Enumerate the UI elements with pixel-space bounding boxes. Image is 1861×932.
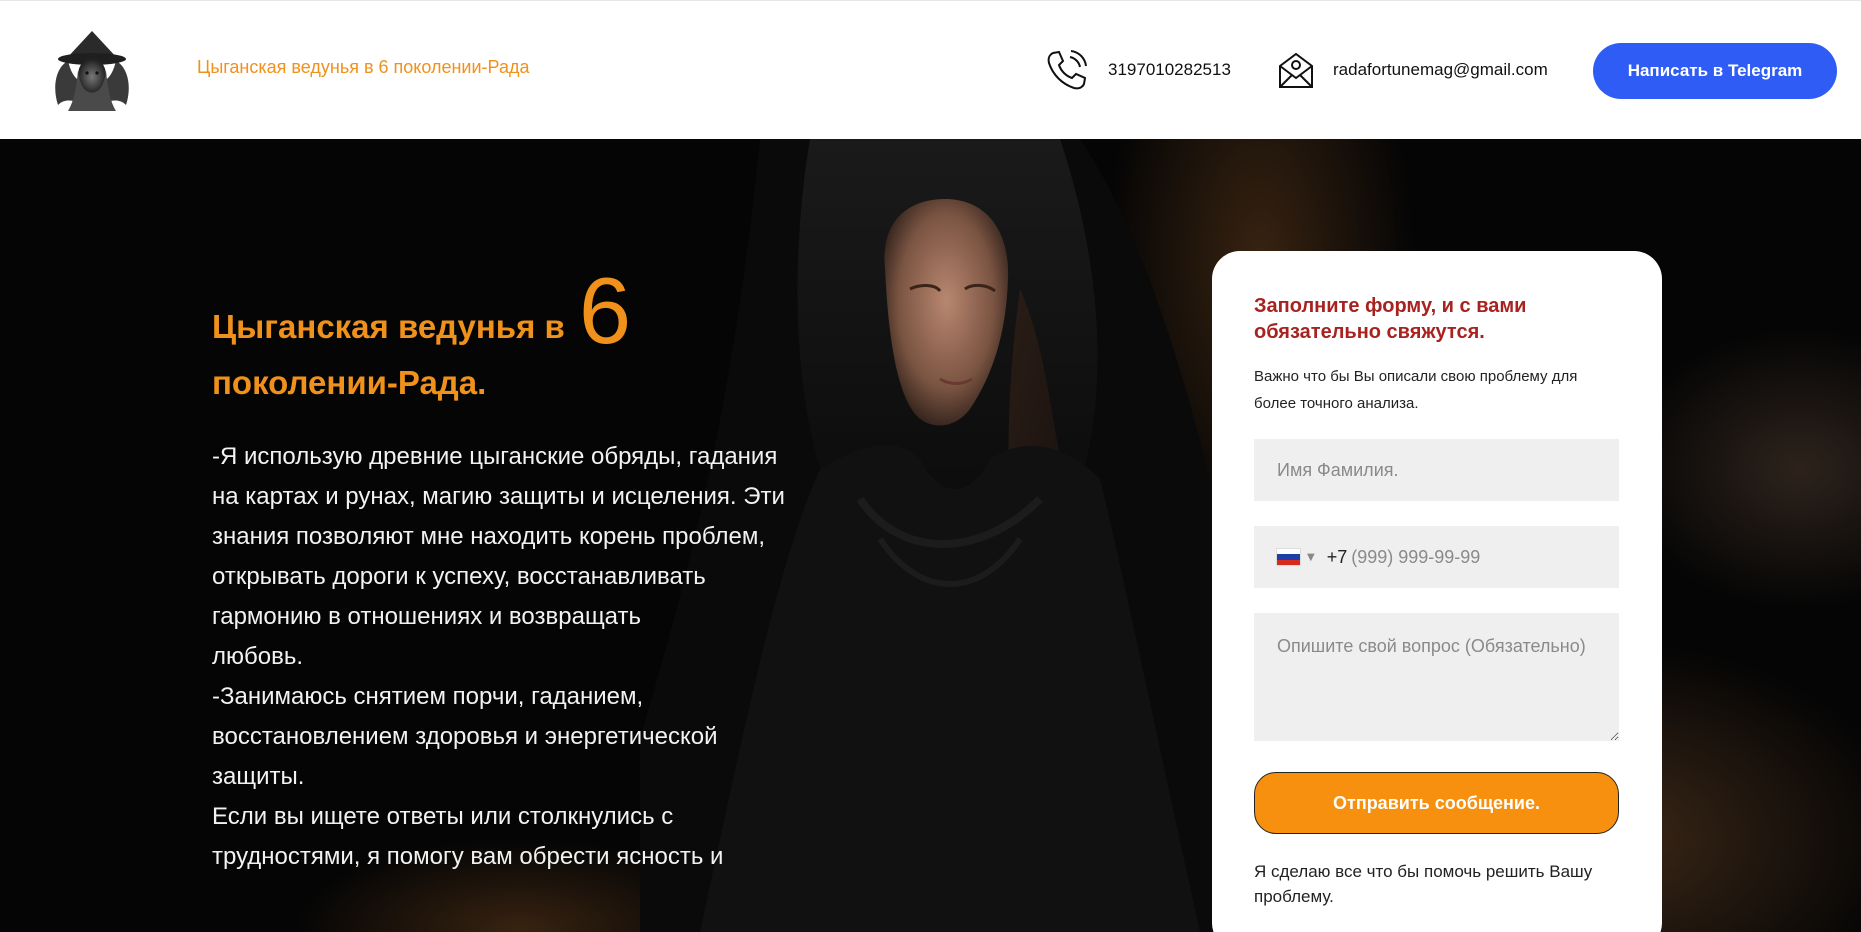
phone-number[interactable]: 3197010282513 [1108, 60, 1231, 80]
dial-code: +7 [1326, 546, 1348, 567]
question-textarea[interactable] [1254, 613, 1619, 741]
telegram-button[interactable]: Написать в Telegram [1593, 43, 1837, 99]
phone-contact[interactable]: 3197010282513 [1044, 49, 1231, 91]
russia-flag-icon[interactable] [1276, 548, 1301, 566]
hero-title: Цыганская ведунья в 6 поколении-Рада. [212, 258, 692, 411]
hero-title-part2: поколении-Рада. [212, 364, 487, 401]
witch-logo-icon[interactable] [48, 27, 136, 115]
submit-button[interactable]: Отправить сообщение. [1254, 772, 1619, 834]
email-address[interactable]: radafortunemag@gmail.com [1333, 60, 1548, 80]
chevron-down-icon[interactable]: ▼ [1307, 552, 1315, 563]
hero-paragraph: -Занимаюсь снятием порчи, гаданием, восс… [212, 683, 718, 790]
form-footer-note: Я сделаю все что бы помочь решить Вашу п… [1254, 862, 1593, 906]
hero-paragraph: -Я использую древние цыганские обряды, г… [212, 443, 785, 630]
email-icon [1277, 50, 1315, 90]
name-input[interactable] [1254, 439, 1619, 501]
phone-input[interactable] [1351, 546, 1552, 568]
form-subtitle: Важно что бы Вы описали свою проблему дл… [1254, 368, 1578, 412]
contact-form-card: Заполните форму, и с вами обязательно св… [1212, 251, 1662, 932]
hero-title-part1: Цыганская ведунья в [212, 308, 565, 345]
phone-field[interactable]: ▼ +7 [1254, 526, 1619, 588]
hero-title-number: 6 [578, 258, 632, 363]
form-title: Заполните форму, и с вами обязательно св… [1254, 295, 1527, 343]
email-contact[interactable]: radafortunemag@gmail.com [1277, 49, 1548, 91]
hero-paragraph: Если вы ищете ответы или столкнулись с т… [212, 803, 724, 870]
brand-name[interactable]: Цыганская ведунья в 6 поколении-Рада [197, 57, 529, 78]
phone-icon [1044, 47, 1090, 93]
hero-paragraph: любовь. [212, 643, 304, 670]
hero-description: -Я использую древние цыганские обряды, г… [212, 437, 802, 877]
hero-section: Цыганская ведунья в 6 поколении-Рада. -Я… [0, 139, 1861, 932]
site-header: Цыганская ведунья в 6 поколении-Рада 319… [0, 0, 1861, 140]
